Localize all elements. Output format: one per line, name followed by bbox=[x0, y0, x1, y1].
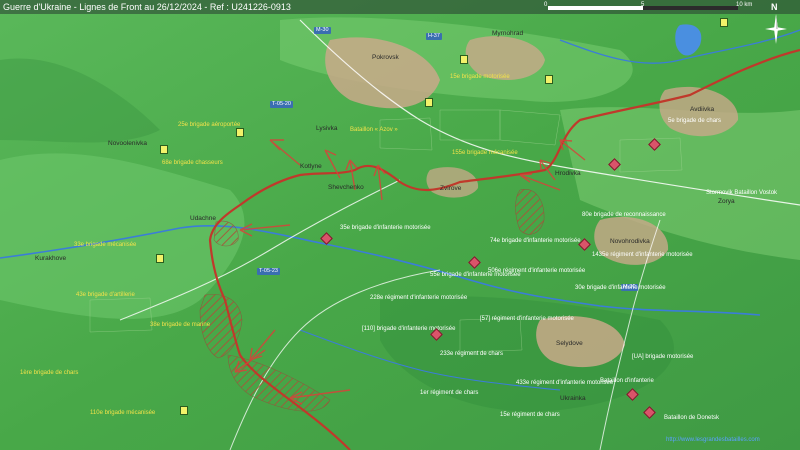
unit-label-ru-15: [UA] brigade motorisée bbox=[632, 354, 694, 360]
ua-unit-symbol-5[interactable] bbox=[156, 254, 164, 263]
scale-bar: 0 5 10 km bbox=[544, 2, 770, 12]
unit-label-ua-west-1: 25e brigade aéroportée bbox=[178, 122, 241, 128]
ua-unit-symbol-7[interactable] bbox=[720, 18, 728, 27]
place-label-4: Udachne bbox=[190, 215, 217, 222]
unit-label-ua-sw-2: 110e brigade mécanisée bbox=[90, 410, 156, 416]
place-label-9: Lysivka bbox=[316, 125, 338, 132]
place-label-6: Kurakhove bbox=[35, 255, 67, 262]
road-sign-t0523: T-05-23 bbox=[257, 268, 280, 275]
place-label-7: Zorya bbox=[718, 198, 735, 205]
place-label-3: Kotlyne bbox=[300, 163, 322, 170]
unit-label-ru-17: 5e brigade de chars bbox=[668, 118, 722, 124]
unit-label-ru-13: [57] régiment d'infanterie motorisée bbox=[480, 316, 574, 322]
unit-label-ua-left-1: 33e brigade mécanisée bbox=[74, 242, 137, 248]
unit-label-ru-3: 1435e régiment d'infanterie motorisée bbox=[592, 252, 693, 258]
front-line-map[interactable]: Guerre d'Ukraine - Lignes de Front au 26… bbox=[0, 0, 800, 450]
scale-end-label: 10 km bbox=[736, 2, 753, 8]
unit-label-ru-16: 80e brigade de reconnaissance bbox=[582, 212, 666, 218]
unit-label-ua-sw-1: 1ère brigade de chars bbox=[20, 370, 79, 376]
unit-label-ru-10: 1er régiment de chars bbox=[420, 390, 479, 396]
ua-unit-symbol-4[interactable] bbox=[236, 128, 244, 137]
ua-unit-symbol-2[interactable] bbox=[425, 98, 433, 107]
ua-unit-symbol-8[interactable] bbox=[460, 55, 468, 64]
unit-label-ru-18: Stormovik Bataillon Vostok bbox=[706, 190, 778, 196]
place-label-10: Ukrainka bbox=[560, 395, 586, 402]
unit-label-ru-8: [110] brigade d'infanterie motorisée bbox=[362, 326, 456, 332]
unit-label-ua-left-2: 43e brigade d'artillerie bbox=[76, 292, 135, 298]
road-sign-t0520: T-05-20 bbox=[270, 101, 293, 108]
unit-label-ru-7: 228e régiment d'infanterie motorisée bbox=[370, 295, 468, 301]
unit-label-ru-11: 433e régiment d'infanterie motorisée bbox=[516, 380, 614, 386]
town-label-pokrovsk: Pokrovsk bbox=[372, 54, 399, 61]
town-label-novohrodivka: Novohrodivka bbox=[610, 238, 650, 245]
unit-label-ru-1: 35e brigade d'infanterie motorisée bbox=[340, 225, 431, 231]
unit-label-ua-north: 15e brigade motorisée bbox=[450, 74, 510, 80]
map-credit[interactable]: http://www.lesgrandesbatailles.com bbox=[666, 437, 760, 443]
unit-label-ru-12: 15e régiment de chars bbox=[500, 412, 560, 418]
ua-unit-symbol-3[interactable] bbox=[160, 145, 168, 154]
unit-label-ru-2: 74e brigade d'infanterie motorisée bbox=[490, 238, 581, 244]
ua-unit-symbol-1[interactable] bbox=[545, 75, 553, 84]
road-sign-h37: H-37 bbox=[426, 33, 442, 40]
town-label-myrnohrad: Myrnohrad bbox=[492, 30, 524, 37]
unit-label-ua-left-3: 38e brigade de marine bbox=[150, 322, 211, 328]
place-label-5: Novoolenivka bbox=[108, 140, 148, 147]
unit-label-ua-center-2: 155e brigade mécanisée bbox=[452, 150, 518, 156]
scale-start-label: 0 bbox=[544, 2, 548, 8]
scale-mid-label: 5 bbox=[641, 2, 645, 8]
north-label: N bbox=[771, 2, 778, 12]
place-label-1: Zvirove bbox=[440, 185, 462, 192]
place-label-2: Shevchenko bbox=[328, 184, 364, 191]
scale-segment-2 bbox=[643, 6, 738, 10]
unit-label-ru-6: 30e brigade d'infanterie motorisée bbox=[575, 285, 666, 291]
unit-label-ua-center-1: Bataillon « Azov » bbox=[350, 127, 398, 133]
unit-label-ru-5: 55e brigade d'infanterie motorisée bbox=[430, 272, 521, 278]
unit-label-ru-14: Bataillon d'infanterie bbox=[600, 378, 654, 384]
scale-segment-1 bbox=[548, 6, 643, 10]
town-label-selydove: Selydove bbox=[556, 340, 583, 347]
unit-label-ru-9: 233e régiment de chars bbox=[440, 351, 504, 357]
unit-label-ru-19: Bataillon de Donetsk bbox=[664, 415, 720, 421]
road-sign-m30: M-30 bbox=[314, 27, 331, 34]
place-label-8: Hrodivka bbox=[555, 170, 581, 177]
unit-label-ua-west-2: 68e brigade chasseurs bbox=[162, 160, 223, 166]
town-label-avdiivka: Avdiivka bbox=[690, 106, 715, 113]
compass-rose-icon bbox=[765, 14, 787, 44]
ua-unit-symbol-6[interactable] bbox=[180, 406, 188, 415]
